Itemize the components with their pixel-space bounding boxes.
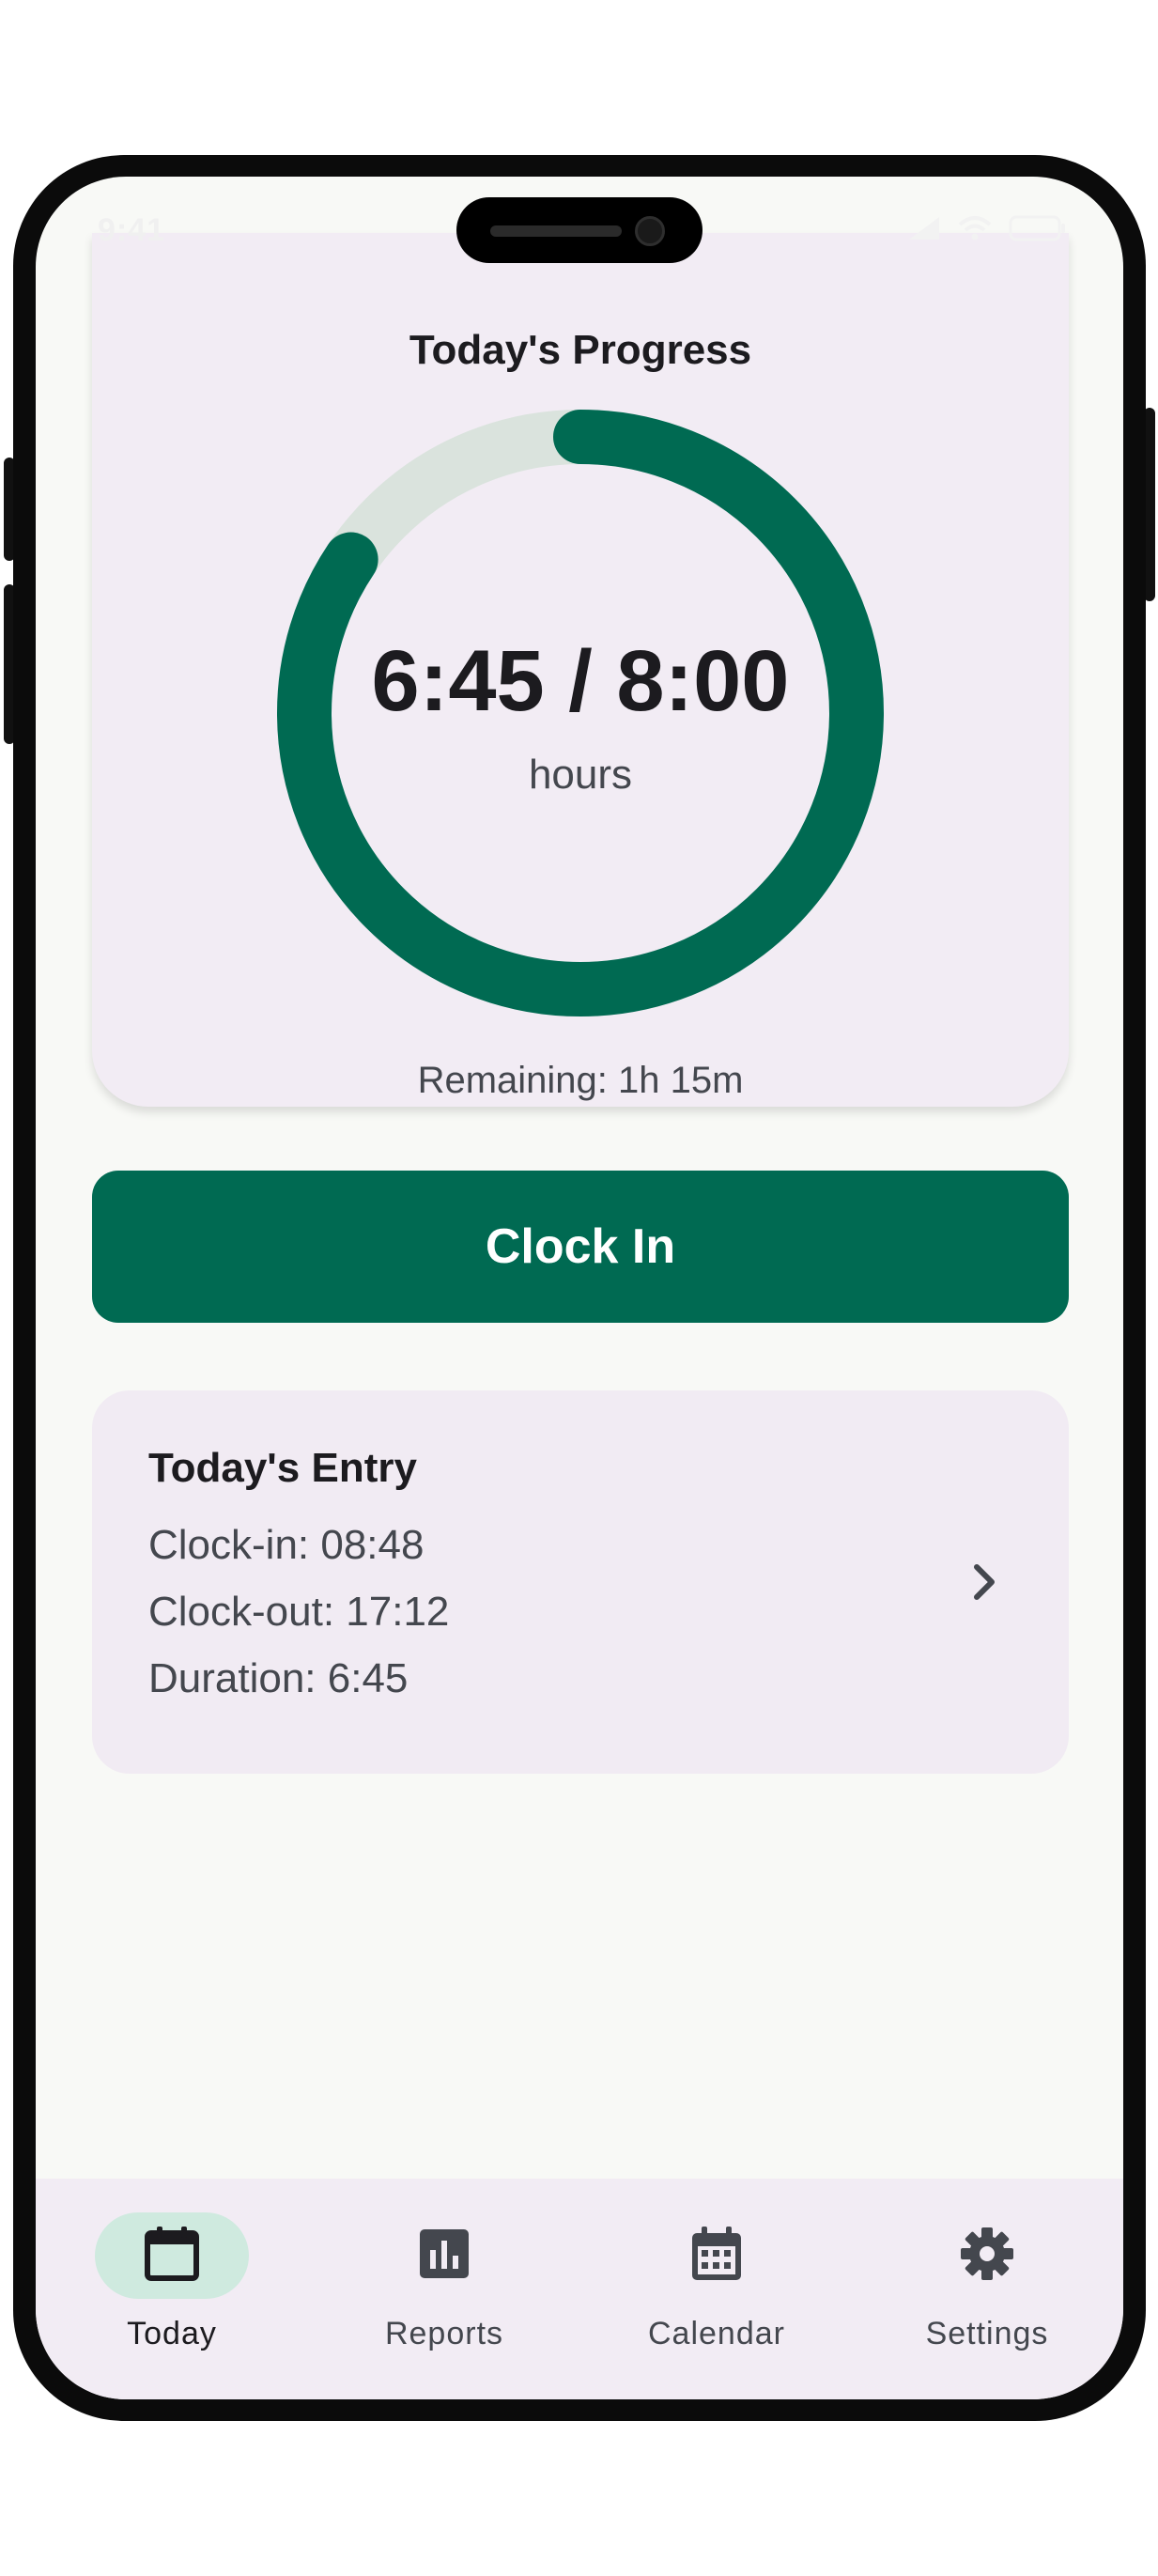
progress-unit: hours (528, 752, 633, 798)
progress-value: 6:45 / 8:00 (371, 633, 790, 729)
app-screen: Today's Progress 6:45 / 8:00 hours Remai… (36, 177, 1123, 2399)
entry-clock-out: Clock-out: 17:12 (148, 1589, 450, 1635)
clock-in-button[interactable]: Clock In (92, 1171, 1069, 1323)
wifi-icon (958, 215, 992, 246)
entry-duration: Duration: 6:45 (148, 1655, 409, 1701)
front-camera (635, 216, 665, 246)
status-bar: 9:41 (36, 177, 1123, 271)
progress-card: Today's Progress 6:45 / 8:00 hours Remai… (92, 233, 1069, 1107)
entry-clock-in: Clock-in: 08:48 (148, 1522, 425, 1568)
progress-title: Today's Progress (409, 327, 752, 373)
signal-icon (907, 215, 941, 246)
nav-label-calendar: Calendar (648, 2316, 785, 2351)
status-time: 9:41 (98, 212, 166, 248)
entry-title: Today's Entry (148, 1445, 417, 1491)
nav-label-settings: Settings (925, 2316, 1049, 2351)
battery-icon (1009, 214, 1067, 247)
bar-chart-icon (416, 2226, 472, 2287)
nav-item-settings[interactable]: Settings (851, 2179, 1123, 2399)
chevron-right-icon (965, 1556, 1003, 1608)
dynamic-island (456, 197, 703, 263)
nav-label-today: Today (127, 2316, 217, 2351)
remaining-time: Remaining: 1h 15m (417, 1060, 744, 1101)
nav-item-calendar[interactable]: Calendar (580, 2179, 853, 2399)
calendar-today-icon (142, 2224, 202, 2289)
nav-label-reports: Reports (384, 2316, 504, 2351)
bottom-navigation: Today Reports Calendar Settings (36, 2179, 1123, 2399)
today-entry-card[interactable]: Today's Entry Clock-in: 08:48 Clock-out:… (92, 1390, 1069, 1774)
nav-active-indicator (95, 2212, 249, 2299)
calendar-month-icon (688, 2224, 745, 2289)
nav-item-today[interactable]: Today (36, 2179, 308, 2399)
status-icons (907, 214, 1067, 247)
nav-item-reports[interactable]: Reports (308, 2179, 580, 2399)
stage: Today's Progress 6:45 / 8:00 hours Remai… (0, 0, 1158, 2576)
gear-icon (958, 2225, 1016, 2288)
